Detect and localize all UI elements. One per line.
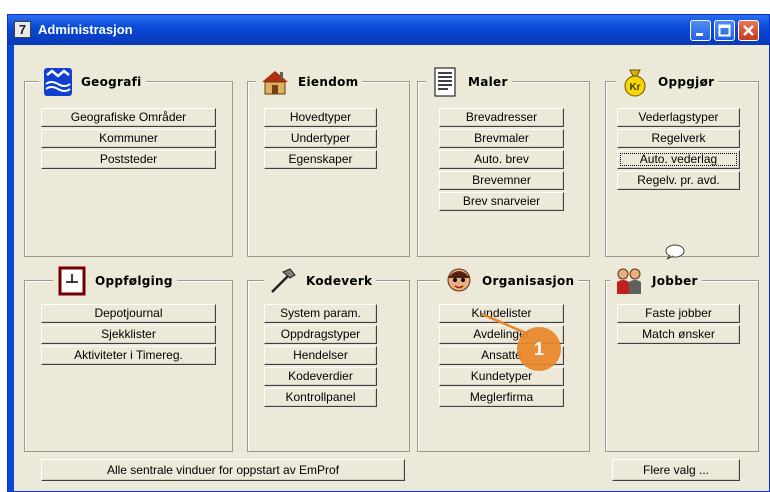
group-label: Eiendom (298, 75, 359, 89)
close-button[interactable] (738, 20, 759, 41)
hovedtyper-button[interactable]: Hovedtyper (264, 108, 377, 127)
speech-bubble-icon (665, 244, 685, 260)
group-label: Jobber (652, 274, 698, 288)
flag-icon (43, 67, 73, 97)
group-label: Geografi (81, 75, 142, 89)
group-label: Maler (468, 75, 508, 89)
auto-vederlag-button[interactable]: Auto. vederlag (617, 150, 740, 169)
group-header: Jobber (610, 266, 702, 296)
regelverk-button[interactable]: Regelverk (617, 129, 740, 148)
group-organisasjon: Organisasjon Kundelister Avdelinger Ansa… (417, 268, 590, 452)
group-header: Kr Oppgjør (616, 67, 719, 97)
window-border (8, 45, 14, 491)
group-header: Eiendom (256, 67, 363, 97)
document-icon (430, 67, 460, 97)
brevadresser-button[interactable]: Brevadresser (439, 108, 564, 127)
group-oppfolging: Oppfølging Depotjournal Sjekklister Akti… (24, 266, 233, 452)
hammer-icon (268, 266, 298, 296)
sjekklister-button[interactable]: Sjekklister (41, 325, 216, 344)
match-onsker-button[interactable]: Match ønsker (617, 325, 740, 344)
group-header: Maler (426, 67, 512, 97)
geografiske-omrader-button[interactable]: Geografiske Områder (41, 108, 216, 127)
people-icon (614, 266, 644, 296)
brevemner-button[interactable]: Brevemner (439, 171, 564, 190)
group-label: Kodeverk (306, 274, 373, 288)
group-header: Geografi (39, 67, 146, 97)
group-label: Oppfølging (95, 274, 173, 288)
oppdragstyper-button[interactable]: Oppdragstyper (264, 325, 377, 344)
hendelser-button[interactable]: Hendelser (264, 346, 377, 365)
title-bar[interactable]: 7 Administrasjon (8, 15, 769, 45)
faste-jobber-button[interactable]: Faste jobber (617, 304, 740, 323)
group-geografi: Geografi Geografiske Områder Kommuner Po… (24, 68, 233, 257)
group-kodeverk: Kodeverk System param. Oppdragstyper Hen… (247, 268, 410, 452)
egenskaper-button[interactable]: Egenskaper (264, 150, 377, 169)
auto-brev-button[interactable]: Auto. brev (439, 150, 564, 169)
group-header: Kodeverk (264, 266, 377, 296)
system-param-button[interactable]: System param. (264, 304, 377, 323)
group-label: Oppgjør (658, 75, 715, 89)
all-windows-startup-button[interactable]: Alle sentrale vinduer for oppstart av Em… (41, 459, 405, 481)
annotation-badge: 1 (517, 327, 561, 371)
more-choices-button[interactable]: Flere valg ... (612, 459, 740, 481)
money-bag-label: Kr (629, 82, 640, 93)
poststeder-button[interactable]: Poststeder (41, 150, 216, 169)
window-title: Administrasjon (38, 22, 133, 37)
app-icon[interactable]: 7 (14, 21, 31, 38)
kodeverdier-button[interactable]: Kodeverdier (264, 367, 377, 386)
group-label: Organisasjon (482, 274, 575, 288)
maximize-button[interactable] (714, 20, 735, 41)
meglerfirma-button[interactable]: Meglerfirma (439, 388, 564, 407)
brev-snarveier-button[interactable]: Brev snarveier (439, 192, 564, 211)
person-icon (444, 266, 474, 296)
clock-icon (57, 266, 87, 296)
group-header: Oppfølging (53, 266, 177, 296)
kommuner-button[interactable]: Kommuner (41, 129, 216, 148)
kontrollpanel-button[interactable]: Kontrollpanel (264, 388, 377, 407)
money-bag-icon: Kr (620, 67, 650, 97)
group-header: Organisasjon (440, 266, 579, 296)
depotjournal-button[interactable]: Depotjournal (41, 304, 216, 323)
regelv-pr-avd-button[interactable]: Regelv. pr. avd. (617, 171, 740, 190)
group-eiendom: Eiendom Hovedtyper Undertyper Egenskaper (247, 70, 410, 257)
group-jobber: Jobber Faste jobber Match ønsker (605, 268, 759, 452)
aktiviteter-i-timereg-button[interactable]: Aktiviteter i Timereg. (41, 346, 216, 365)
house-icon (260, 67, 290, 97)
minimize-button[interactable] (690, 20, 711, 41)
group-oppgjor: Kr Oppgjør Vederlagstyper Regelverk Auto… (605, 69, 759, 257)
vederlagstyper-button[interactable]: Vederlagstyper (617, 108, 740, 127)
brevmaler-button[interactable]: Brevmaler (439, 129, 564, 148)
undertyper-button[interactable]: Undertyper (264, 129, 377, 148)
group-maler: Maler Brevadresser Brevmaler Auto. brev … (417, 67, 590, 257)
admin-window: 7 Administrasjon Geografi Geografiske Om… (7, 14, 770, 492)
